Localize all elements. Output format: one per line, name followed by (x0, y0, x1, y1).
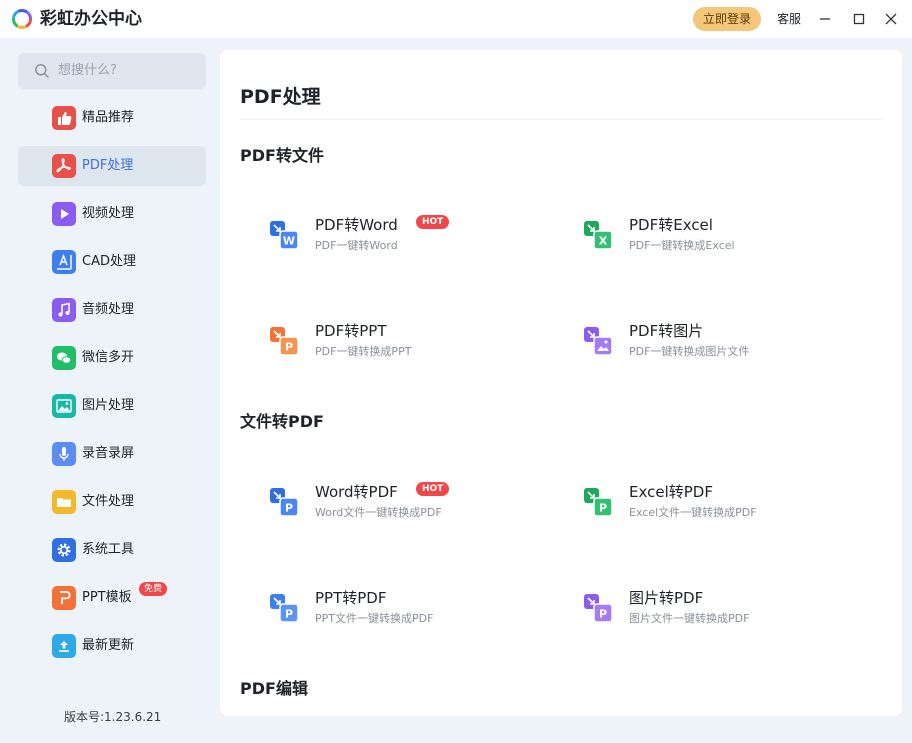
microphone-icon (52, 442, 76, 466)
image-icon (52, 394, 76, 418)
pdf-to-excel-icon: X (584, 221, 613, 250)
tool-name: PDF转PPT (315, 322, 387, 340)
tool-pdf-to-word[interactable]: W PDF转Word HOT PDF一键转Word (269, 214, 539, 262)
tool-name: PDF转Word (315, 216, 398, 234)
search-input[interactable]: 想搜什么? (18, 53, 206, 89)
cad-icon (52, 250, 76, 274)
sidebar-item-audio[interactable]: 音频处理 (18, 290, 206, 330)
pdf-to-image-icon (584, 327, 613, 356)
sidebar-item-wechat[interactable]: 微信多开 (18, 338, 206, 378)
upload-icon (52, 634, 76, 658)
sidebar-item-label: PPT模板 (82, 590, 132, 605)
sidebar-item-file[interactable]: 文件处理 (18, 482, 206, 522)
section-title-pdf-to-file: PDF转文件 (240, 146, 324, 165)
sidebar-item-label: PDF处理 (82, 158, 134, 173)
tool-description: Excel文件一键转换成PDF (629, 506, 757, 519)
title-bar: 彩虹办公中心 立即登录 客服 (0, 0, 912, 38)
tool-name: Excel转PDF (629, 483, 713, 501)
music-icon (52, 298, 76, 322)
tool-pdf-to-excel[interactable]: X PDF转Excel PDF一键转换成Excel (583, 214, 853, 262)
search-placeholder: 想搜什么? (58, 63, 117, 78)
svg-text:W: W (283, 235, 295, 248)
sidebar-item-label: 视频处理 (82, 206, 135, 221)
tool-description: PPT文件一键转换成PDF (315, 612, 434, 625)
tool-name: PDF转Excel (629, 216, 713, 234)
sidebar-item-label: CAD处理 (82, 254, 136, 269)
sidebar-item-cad[interactable]: CAD处理 (18, 242, 206, 282)
close-icon[interactable] (880, 8, 902, 30)
tool-excel-to-pdf[interactable]: P Excel转PDF Excel文件一键转换成PDF (583, 481, 853, 529)
tool-description: 图片文件一键转换成PDF (629, 612, 750, 625)
ppt-to-pdf-icon: P (270, 594, 299, 623)
tool-description: PDF一键转换成图片文件 (629, 345, 750, 358)
sidebar-item-image[interactable]: 图片处理 (18, 386, 206, 426)
tool-description: PDF一键转Word (315, 239, 398, 252)
sidebar-item-label: 系统工具 (82, 542, 135, 557)
rainbow-logo-icon (12, 9, 32, 29)
sidebar-item-label: 微信多开 (82, 350, 135, 365)
sidebar-item-label: 精品推荐 (82, 110, 135, 125)
tool-name: Word转PDF (315, 483, 398, 501)
pdf-to-word-icon: W (270, 221, 299, 250)
tool-name: 图片转PDF (629, 589, 704, 607)
gear-icon (52, 538, 76, 562)
excel-to-pdf-icon: P (584, 488, 613, 517)
tool-image-to-pdf[interactable]: P 图片转PDF 图片文件一键转换成PDF (583, 587, 853, 635)
svg-text:P: P (285, 341, 293, 354)
wechat-icon (52, 346, 76, 370)
maximize-icon[interactable] (848, 8, 870, 30)
tool-description: Word文件一键转换成PDF (315, 506, 442, 519)
hot-badge: HOT (416, 482, 450, 496)
image-to-pdf-icon: P (584, 594, 613, 623)
sidebar-item-label: 音频处理 (82, 302, 135, 317)
sidebar-item-ppt-template[interactable]: PPT模板 免费 (18, 578, 206, 618)
tool-name: PPT转PDF (315, 589, 387, 607)
customer-service-link[interactable]: 客服 (777, 10, 801, 28)
app-title: 彩虹办公中心 (40, 9, 142, 29)
free-badge: 免费 (139, 582, 168, 596)
tool-name: PDF转图片 (629, 322, 704, 340)
sidebar-item-system-tools[interactable]: 系统工具 (18, 530, 206, 570)
section-title-file-to-pdf: 文件转PDF (240, 412, 324, 431)
minimize-icon[interactable] (814, 8, 836, 30)
ppt-icon (52, 586, 76, 610)
tool-ppt-to-pdf[interactable]: P PPT转PDF PPT文件一键转换成PDF (269, 587, 539, 635)
sidebar-item-label: 录音录屏 (82, 446, 135, 461)
login-button[interactable]: 立即登录 (693, 7, 761, 31)
svg-text:P: P (599, 608, 607, 621)
play-icon (52, 202, 76, 226)
sidebar-item-video[interactable]: 视频处理 (18, 194, 206, 234)
sidebar: 想搜什么? 精品推荐 PDF处理 视频处理 CAD处理 音频处理 微信多开 图片… (0, 38, 220, 743)
tool-word-to-pdf[interactable]: P Word转PDF HOT Word文件一键转换成PDF (269, 481, 539, 529)
sidebar-item-pdf[interactable]: PDF处理 (18, 146, 206, 186)
pdf-to-ppt-icon: P (270, 327, 299, 356)
folder-icon (52, 490, 76, 514)
svg-text:P: P (285, 608, 293, 621)
tool-pdf-to-ppt[interactable]: P PDF转PPT PDF一键转换成PPT (269, 320, 539, 368)
pdf-icon (52, 154, 76, 178)
svg-text:P: P (599, 502, 607, 515)
search-icon (35, 64, 49, 78)
thumbs-up-icon (52, 106, 76, 130)
section-title-pdf-edit: PDF编辑 (240, 679, 308, 698)
divider (240, 119, 882, 120)
sidebar-item-label: 图片处理 (82, 398, 135, 413)
sidebar-item-recording[interactable]: 录音录屏 (18, 434, 206, 474)
tool-description: PDF一键转换成Excel (629, 239, 735, 252)
word-to-pdf-icon: P (270, 488, 299, 517)
tool-pdf-to-image[interactable]: PDF转图片 PDF一键转换成图片文件 (583, 320, 853, 368)
tool-description: PDF一键转换成PPT (315, 345, 412, 358)
page-title: PDF处理 (240, 86, 321, 108)
hot-badge: HOT (416, 215, 450, 229)
svg-text:X: X (599, 235, 608, 248)
sidebar-item-recommended[interactable]: 精品推荐 (18, 98, 206, 138)
main-panel: PDF处理 PDF转文件 W PDF转Word HOT PDF一键转Word X… (220, 50, 902, 716)
sidebar-item-updates[interactable]: 最新更新 (18, 626, 206, 666)
version-label: 版本号:1.23.6.21 (64, 710, 162, 724)
sidebar-item-label: 文件处理 (82, 494, 135, 509)
sidebar-item-label: 最新更新 (82, 638, 135, 653)
svg-text:P: P (285, 502, 293, 515)
